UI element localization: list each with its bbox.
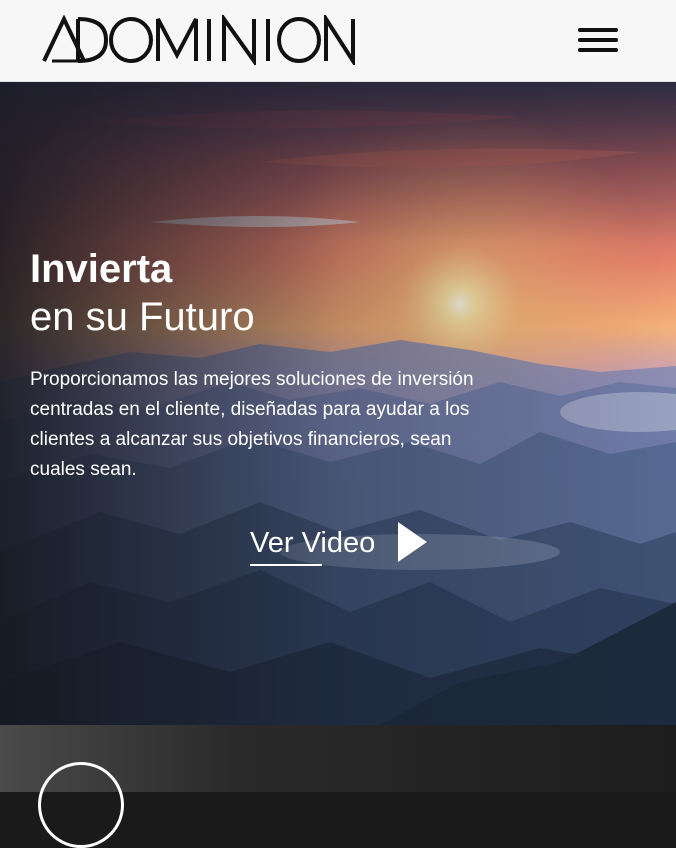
video-link-underline xyxy=(250,564,322,566)
site-header xyxy=(0,0,676,82)
dominion-logo-mark xyxy=(42,12,355,68)
video-link-label: Ver Video xyxy=(250,527,376,559)
dominion-logo[interactable] xyxy=(42,12,357,70)
next-section xyxy=(0,725,676,848)
menu-bar xyxy=(578,48,618,52)
menu-bar xyxy=(578,28,618,32)
hamburger-menu-icon[interactable] xyxy=(576,28,620,56)
play-icon xyxy=(398,522,427,562)
hero-section: Invierta en su Futuro Proporcionamos las… xyxy=(0,82,676,725)
hero-subtitle: en su Futuro xyxy=(30,295,255,339)
circle-icon xyxy=(38,762,124,848)
hero-title: Invierta xyxy=(30,247,173,291)
menu-bar xyxy=(578,38,618,42)
watch-video-link[interactable]: Ver Video xyxy=(250,519,440,569)
hero-description: Proporcionamos las mejores soluciones de… xyxy=(30,369,474,480)
